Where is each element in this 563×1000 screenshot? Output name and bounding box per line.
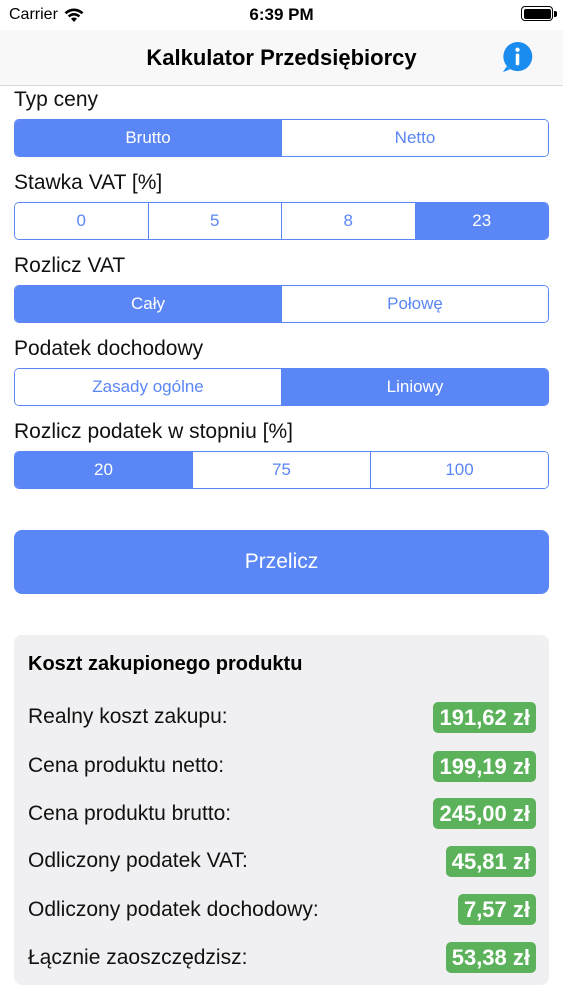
vat-rate-0[interactable]: 0 (15, 203, 148, 239)
vat-settle-label: Rozlicz VAT (14, 254, 126, 277)
vat-settle-segmented: Cały Połowę (14, 285, 549, 323)
results-card: Koszt zakupionego produktu Realny koszt … (14, 635, 549, 985)
price-type-netto[interactable]: Netto (281, 120, 548, 156)
price-type-label: Typ ceny (14, 88, 99, 111)
tax-degree-segmented: 20 75 100 (14, 451, 549, 489)
income-tax-segmented: Zasady ogólne Liniowy (14, 368, 549, 406)
result-row-value: 45,81 zł (445, 846, 536, 877)
results-title: Koszt zakupionego produktu (28, 653, 303, 675)
status-bar: Carrier 6:39 PM (0, 0, 563, 30)
tax-degree-label: Rozlicz podatek w stopniu [%] (14, 420, 293, 443)
vat-rate-23[interactable]: 23 (414, 203, 548, 239)
result-row-value: 53,38 zł (445, 942, 536, 973)
status-time: 6:39 PM (249, 5, 314, 24)
vat-rate-8[interactable]: 8 (281, 203, 415, 239)
price-type-segmented: Brutto Netto (14, 119, 549, 157)
vat-rate-segmented: 0 5 8 23 (14, 202, 549, 240)
page-title: Kalkulator Przedsiębiorcy (146, 45, 417, 70)
result-row-value: 245,00 zł (433, 798, 536, 829)
result-row-label: Cena produktu brutto: (28, 802, 232, 825)
tax-degree-20[interactable]: 20 (15, 452, 192, 488)
tax-degree-75[interactable]: 75 (192, 452, 370, 488)
calculate-button[interactable]: Przelicz (14, 530, 549, 594)
navigation-bar: Kalkulator Przedsiębiorcy (0, 30, 563, 86)
vat-settle-full[interactable]: Cały (15, 286, 281, 322)
result-row-label: Odliczony podatek VAT: (28, 849, 248, 872)
vat-settle-half[interactable]: Połowę (281, 286, 548, 322)
battery-icon (521, 6, 553, 21)
result-row-value: 191,62 zł (433, 702, 536, 733)
result-row-label: Cena produktu netto: (28, 754, 225, 777)
tax-degree-100[interactable]: 100 (370, 452, 548, 488)
price-type-brutto[interactable]: Brutto (15, 120, 281, 156)
income-tax-label: Podatek dochodowy (14, 337, 204, 360)
info-icon[interactable] (500, 40, 535, 75)
result-row-value: 199,19 zł (433, 751, 536, 782)
result-row-label: Odliczony podatek dochodowy: (28, 898, 319, 921)
vat-rate-label: Stawka VAT [%] (14, 171, 163, 194)
result-row-label: Łącznie zaoszczędzisz: (28, 946, 248, 969)
income-tax-general[interactable]: Zasady ogólne (15, 369, 281, 405)
result-row-label: Realny koszt zakupu: (28, 705, 228, 728)
vat-rate-5[interactable]: 5 (147, 203, 281, 239)
result-row-value: 7,57 zł (457, 894, 536, 925)
income-tax-linear[interactable]: Liniowy (281, 369, 548, 405)
battery-tip (554, 11, 557, 17)
